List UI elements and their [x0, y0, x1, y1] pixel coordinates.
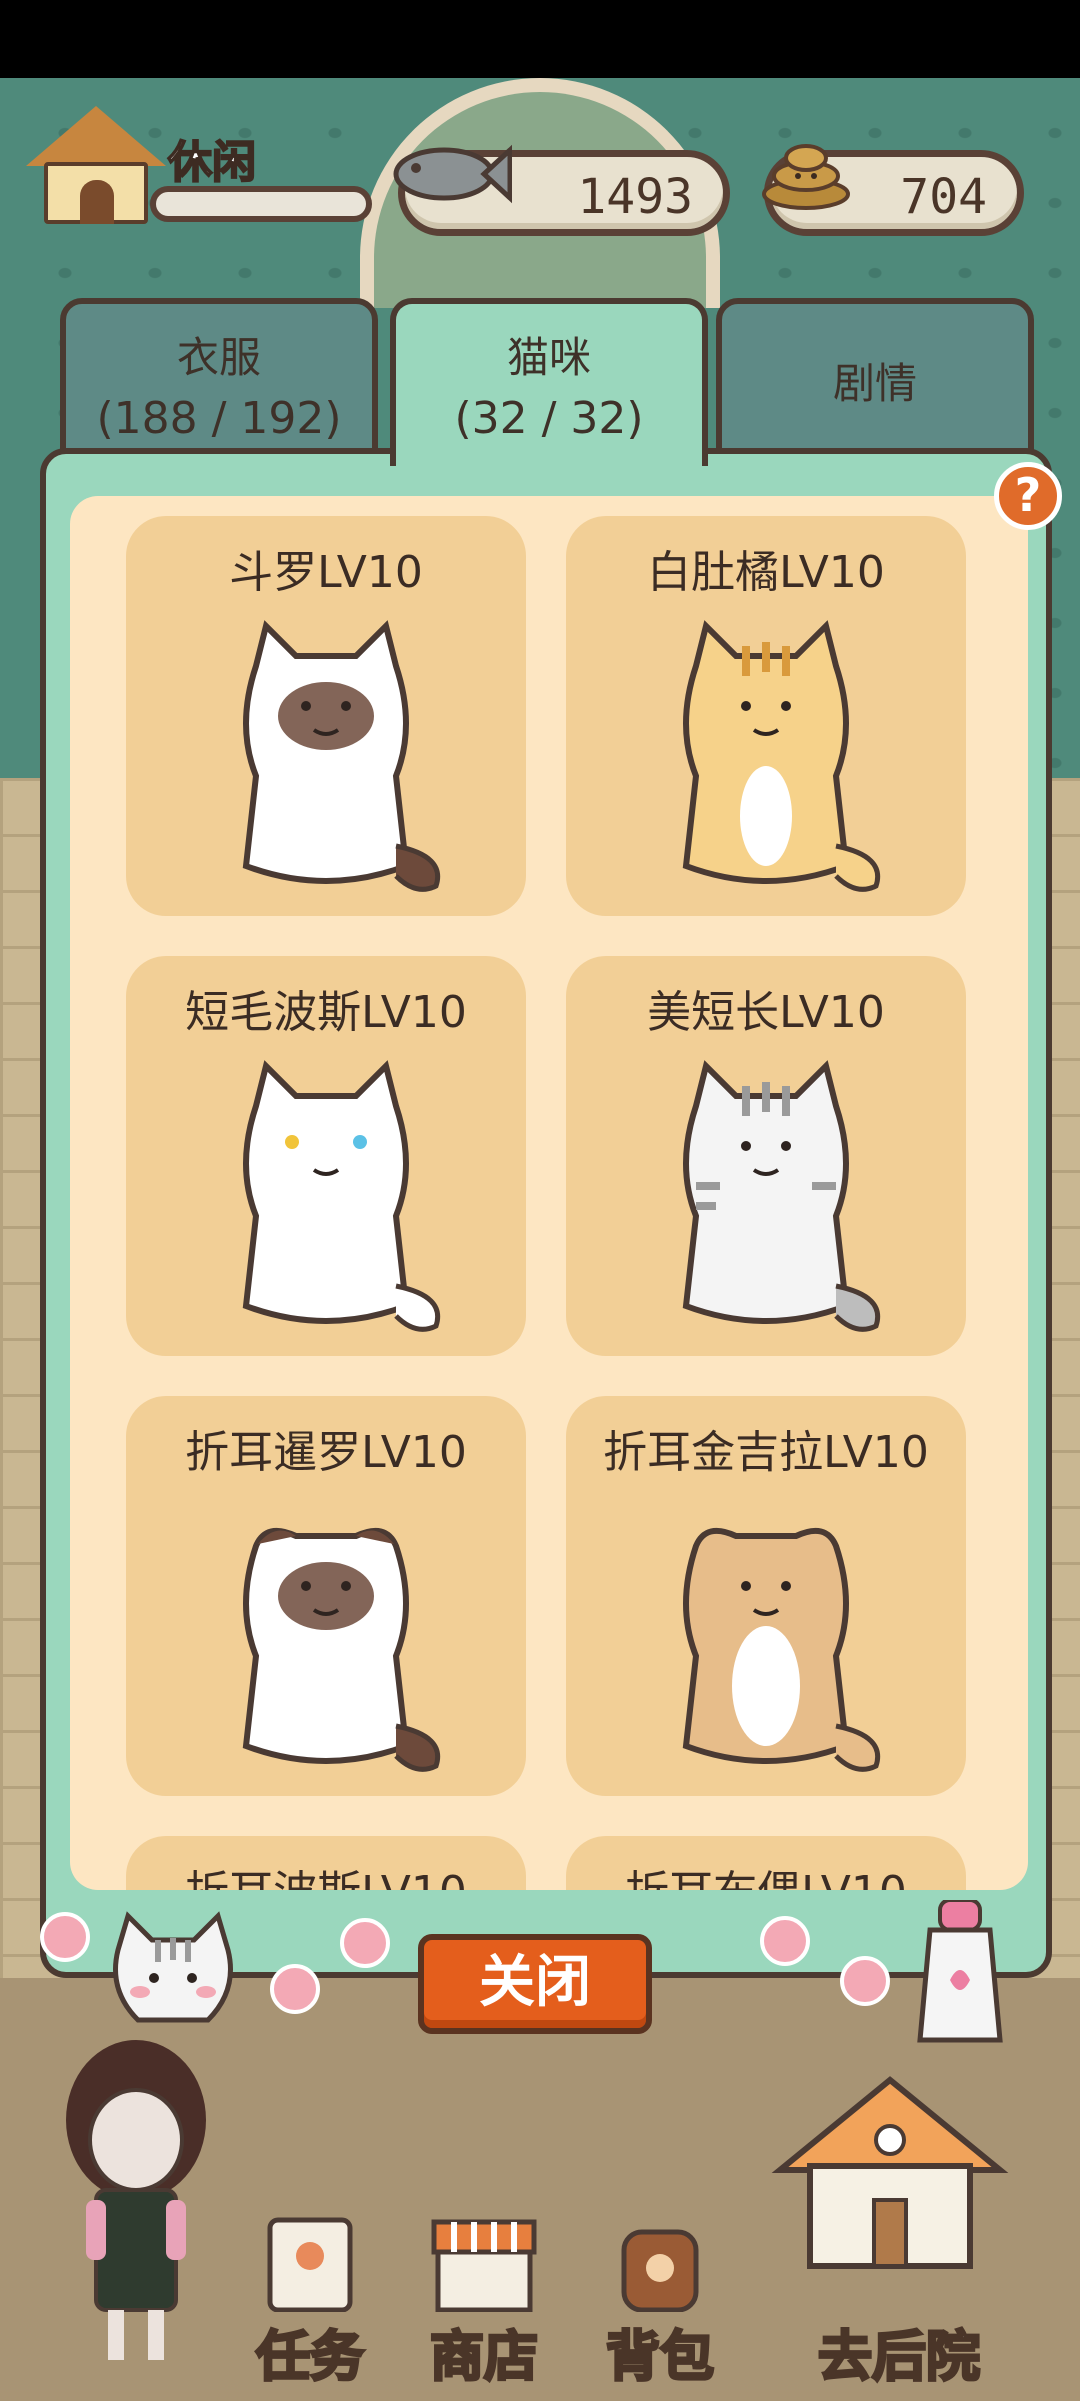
tab-clothes[interactable]: 衣服 (188 / 192)	[60, 298, 378, 458]
tab-story-title: 剧情	[832, 359, 917, 408]
home-icon[interactable]	[26, 106, 166, 224]
status-bar	[0, 0, 1080, 78]
paw-print-icon	[840, 1956, 890, 2006]
nav-backyard-label: 去后院	[817, 2324, 982, 2390]
cat-card[interactable]: 折耳金吉拉LV10	[566, 1396, 966, 1796]
fold-golden-cat-icon	[682, 1527, 880, 1772]
backpack-icon	[621, 2229, 699, 2312]
tab-cats-title: 猫咪	[506, 333, 591, 382]
nav-backyard[interactable]: 去后院	[744, 2212, 1054, 2390]
orange-tabby-cat-icon	[682, 620, 880, 892]
paw-print-icon	[760, 1916, 810, 1966]
paw-print-icon	[340, 1918, 390, 1968]
cat-name: 折耳波斯LV10	[126, 1856, 526, 1890]
poop-icon	[762, 144, 850, 210]
shopkeeper-girl-icon	[66, 2040, 206, 2360]
tab-clothes-count: (188 / 192)	[96, 393, 342, 444]
tab-cats-count: (32 / 32)	[454, 393, 644, 444]
tab-cats[interactable]: 猫咪 (32 / 32)	[390, 298, 708, 466]
cat-name: 美短长LV10	[647, 987, 885, 1038]
paw-print-icon	[270, 1964, 320, 2014]
nav-bag[interactable]: 背包	[580, 2212, 740, 2390]
nav-shop[interactable]: 商店	[404, 2212, 564, 2390]
cat-card[interactable]: 折耳暹罗LV10	[126, 1396, 526, 1796]
cat-card[interactable]: 美短长LV10	[566, 956, 966, 1356]
nav-task[interactable]: 任务	[230, 2212, 390, 2390]
siamese-cat-icon	[242, 620, 440, 892]
cat-name: 白肚橘LV10	[647, 547, 885, 598]
cat-card[interactable]: 白肚橘LV10	[566, 516, 966, 916]
nav-task-label: 任务	[255, 2324, 366, 2390]
milk-bottle-icon	[917, 1900, 1003, 2043]
close-button[interactable]: 关闭	[418, 1934, 652, 2034]
cat-name: 斗罗LV10	[229, 547, 423, 598]
silver-tabby-cat-icon	[682, 1060, 880, 1332]
cat-name: 短毛波斯LV10	[185, 987, 467, 1038]
cat-name: 折耳布偶LV10	[566, 1856, 966, 1890]
white-persian-cat-icon	[242, 1060, 440, 1332]
nav-bag-label: 背包	[605, 2324, 716, 2390]
mode-progress-bar	[150, 186, 372, 222]
paw-print-icon	[40, 1912, 90, 1962]
cat-name: 折耳金吉拉LV10	[603, 1427, 929, 1478]
tab-story[interactable]: 剧情	[716, 298, 1034, 458]
cat-mascot-icon	[113, 1911, 233, 2023]
fish-count: 1493	[577, 169, 693, 225]
help-button[interactable]: ?	[994, 462, 1062, 530]
tab-clothes-title: 衣服	[176, 333, 261, 382]
poop-count: 704	[900, 169, 987, 225]
nav-shop-label: 商店	[429, 2324, 540, 2390]
cat-card[interactable]: 斗罗LV10	[126, 516, 526, 916]
cat-card[interactable]: 折耳波斯LV10	[126, 1836, 526, 1890]
shop-icon	[431, 2219, 537, 2312]
mode-label: 休闲	[167, 136, 257, 189]
task-icon	[267, 2217, 353, 2312]
cat-name: 折耳暹罗LV10	[185, 1427, 467, 1478]
fold-siamese-cat-icon	[242, 1527, 440, 1772]
cat-card[interactable]: 短毛波斯LV10	[126, 956, 526, 1356]
cat-grid[interactable]: 斗罗LV10 白肚橘LV10 短毛波斯LV10 美短长LV10 折耳暹罗LV10…	[70, 496, 1028, 1890]
fish-icon	[393, 144, 512, 204]
cat-card[interactable]: 折耳布偶LV10	[566, 1836, 966, 1890]
